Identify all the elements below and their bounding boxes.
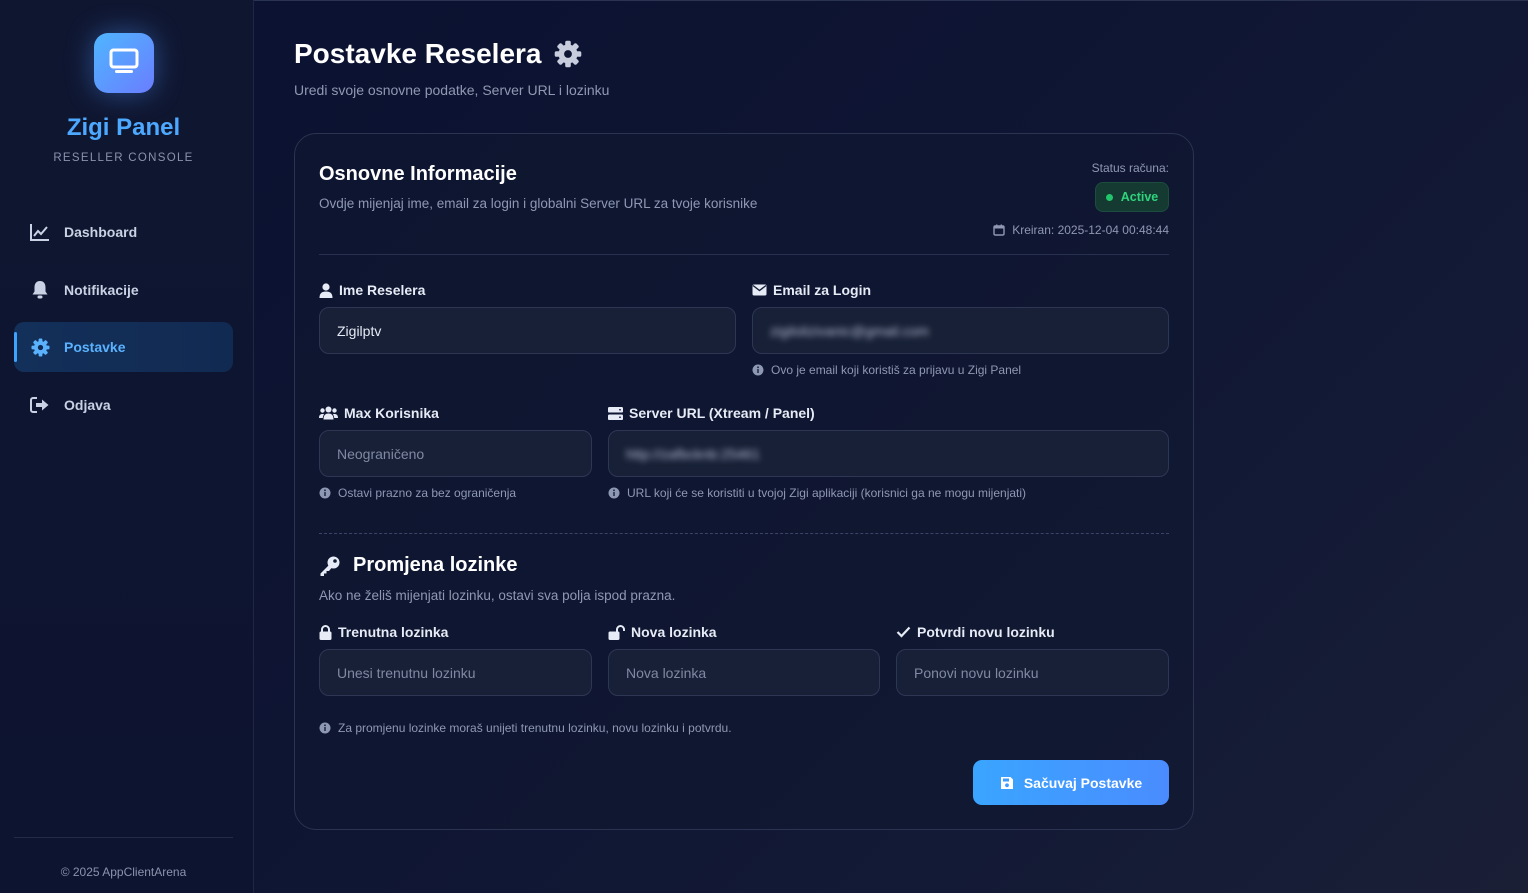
sidebar-item-label: Postavke [64,339,126,355]
current-password-placeholder: Unesi trenutnu lozinku [337,664,476,681]
bell-icon [30,280,50,300]
password-section-title: Promjena lozinke [319,554,518,577]
email-field[interactable]: zigilolizivanic@gmail.com [752,307,1169,354]
email-label: Email za Login [752,282,871,298]
info-icon [319,722,331,734]
confirm-password-label: Potvrdi novu lozinku [896,624,1055,640]
key-icon [319,555,341,577]
logout-icon [30,395,50,415]
user-icon [319,282,333,298]
calendar-icon [993,224,1005,236]
section-divider [319,254,1169,255]
server-url-input[interactable]: http://zafbcknb:25461 [608,430,1169,477]
current-password-label: Trenutna lozinka [319,624,448,640]
password-section-subtitle: Ako ne želiš mijenjati lozinku, ostavi s… [319,588,676,603]
confirm-password-placeholder: Ponovi novu lozinku [914,664,1039,681]
created-date: Kreiran: 2025-12-04 00:48:44 [993,223,1169,237]
unlock-icon [608,624,625,640]
new-password-label: Nova lozinka [608,624,717,640]
confirm-password-label-text: Potvrdi novu lozinku [917,624,1055,640]
copyright: © 2025 AppClientArena [60,865,187,879]
created-text: Kreiran: 2025-12-04 00:48:44 [1012,223,1169,237]
name-label: Ime Reselera [319,282,425,298]
page-title-text: Postavke Reselera [294,38,542,69]
brand-subtitle: RESELLER CONSOLE [53,152,194,164]
save-button[interactable]: Sačuvaj Postavke [973,760,1169,805]
chart-line-icon [30,222,50,242]
section-subtitle-basic: Ovdje mijenjaj ime, email za login i glo… [319,196,758,211]
current-password-input[interactable]: Unesi trenutnu lozinku [319,649,592,696]
max-users-label: Max Korisnika [319,405,439,421]
new-password-input[interactable]: Nova lozinka [608,649,880,696]
server-url-hint: URL koji će se koristiti u tvojoj Zigi a… [608,486,1026,500]
status-badge: Active [1095,182,1169,212]
monitor-icon [109,48,139,79]
lock-icon [319,624,332,640]
password-hint: Za promjenu lozinke moraš unijeti trenut… [319,721,732,735]
envelope-icon [752,284,767,296]
settings-card: Osnovne Informacije Ovdje mijenjaj ime, … [294,133,1194,830]
info-icon [752,364,764,376]
save-button-label: Sačuvaj Postavke [1023,774,1143,791]
email-hint-text: Ovo je email koji koristiš za prijavu u … [771,363,1022,377]
email-hint: Ovo je email koji koristiš za prijavu u … [752,363,1021,377]
sidebar-item-label: Odjava [64,397,111,413]
confirm-password-input[interactable]: Ponovi novu lozinku [896,649,1169,696]
section-divider-dashed [319,533,1169,534]
sidebar-item-label: Dashboard [64,224,138,240]
sidebar-item-label: Notifikacije [64,282,139,298]
name-label-text: Ime Reselera [339,282,426,298]
server-icon [608,406,623,420]
status-value: Active [1120,190,1159,204]
sidebar-item-logout[interactable]: Odjava [14,380,233,430]
page-subtitle: Uredi svoje osnovne podatke, Server URL … [294,82,610,98]
save-icon [1000,776,1014,790]
server-url-label-text: Server URL (Xtream / Panel) [629,405,815,421]
max-users-placeholder: Neograničeno [337,445,425,462]
password-hint-text: Za promjenu lozinke moraš unijeti trenut… [338,721,732,735]
max-users-input[interactable]: Neograničeno [319,430,592,477]
status-label: Status računa: [1091,161,1169,175]
sidebar-divider [14,837,233,838]
gear-icon [554,40,582,68]
section-title-basic: Osnovne Informacije [319,163,517,185]
max-users-hint: Ostavi prazno za bez ograničenja [319,486,516,500]
max-users-hint-text: Ostavi prazno za bez ograničenja [338,486,517,500]
gear-icon [30,337,50,357]
users-icon [319,406,338,420]
status-dot [1105,193,1113,201]
new-password-label-text: Nova lozinka [631,624,717,640]
email-label-text: Email za Login [773,282,872,298]
info-icon [319,487,331,499]
reseller-name-value: Zigilptv [337,322,382,339]
sidebar-item-dashboard[interactable]: Dashboard [14,207,233,257]
sidebar-item-settings[interactable]: Postavke [14,322,233,372]
check-icon [896,626,911,638]
current-password-label-text: Trenutna lozinka [338,624,449,640]
reseller-name-input[interactable]: Zigilptv [319,307,736,354]
new-password-placeholder: Nova lozinka [626,664,707,681]
page-title: Postavke Reselera [294,38,582,70]
email-value: zigilolizivanic@gmail.com [770,322,929,339]
server-url-label: Server URL (Xtream / Panel) [608,405,815,421]
brand-logo [94,33,154,93]
server-url-hint-text: URL koji će se koristiti u tvojoj Zigi a… [627,486,1027,500]
sidebar-item-notifications[interactable]: Notifikacije [14,265,233,315]
sidebar: Zigi Panel RESELLER CONSOLE Dashboard No… [0,0,254,893]
info-icon [608,487,620,499]
brand-title: Zigi Panel [66,114,181,141]
server-url-value: http://zafbcknb:25461 [626,445,760,462]
password-section-title-text: Promjena lozinke [353,554,518,576]
max-users-label-text: Max Korisnika [344,405,439,421]
